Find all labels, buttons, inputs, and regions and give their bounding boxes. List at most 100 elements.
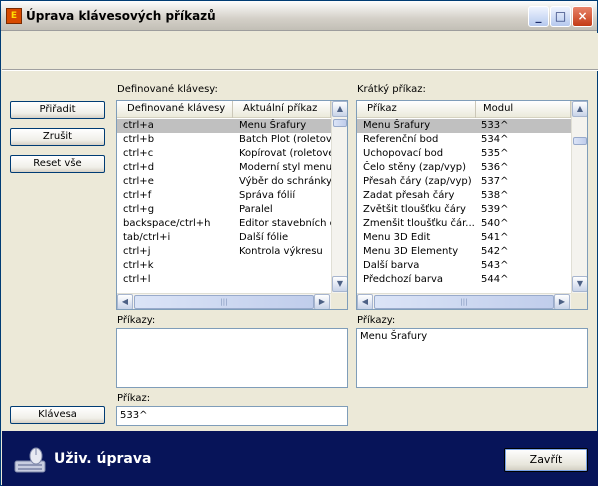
mouse-keyboard-icon [14,447,46,473]
close-window-button[interactable]: × [572,6,593,27]
command-cell: Menu 3D Edit [363,232,431,243]
short-command-label: Krátký příkaz: [357,84,426,95]
table-row[interactable]: ctrl+f Správa fólií [117,189,331,203]
defined-keys-rows: ctrl+a Menu Šrafury ctrl+b Batch Plot (role… [117,119,331,287]
table-row[interactable]: Menu 3D Edit 541^ [357,231,571,245]
module-cell: 536^ [481,162,509,173]
command-cell: Paralel [239,204,273,215]
key-cell: ctrl+e [123,176,154,187]
module-cell: 540^ [481,218,509,229]
table-row[interactable]: Uchopovací bod 535^ [357,147,571,161]
left-commands-label: Příkazy: [117,315,156,326]
defined-keys-label: Definované klávesy: [117,84,218,95]
command-cell: Menu Šrafury [363,120,431,131]
command-input[interactable]: 533^ [116,406,348,426]
defined-keys-header: Definované klávesy Aktuální příkaz [117,101,331,118]
command-label: Příkaz: [117,393,151,404]
scroll-right-button[interactable]: ▶ [554,294,570,309]
short-command-rows: Menu Šrafury 533^ Referenční bod 534^ Uchopo… [357,119,571,287]
toolbar-area [2,33,598,71]
column-header-keys[interactable]: Definované klávesy [117,101,233,118]
scroll-thumb[interactable]: ||| [374,295,554,309]
maximize-button[interactable]: □ [550,6,571,27]
table-row[interactable]: Zvětšit tloušťku čáry 539^ [357,203,571,217]
scroll-corner [331,293,347,309]
command-cell: Zadat přesah čáry [363,190,455,201]
column-header-module[interactable]: Modul [476,101,571,118]
app-icon: E [6,8,22,24]
command-cell: Přesah čáry (zap/vyp) [363,176,472,187]
module-cell: 534^ [481,134,509,145]
footer-title: Uživ. úprava [54,451,152,467]
key-cell: ctrl+l [123,274,151,285]
command-cell: Další fólie [239,232,289,243]
table-row[interactable]: ctrl+c Kopírovat (roletové [117,147,331,161]
right-commands-textarea[interactable]: Menu Šrafury [356,328,588,388]
module-cell: 537^ [481,176,509,187]
key-cell: ctrl+j [123,246,151,257]
scroll-left-button[interactable]: ◀ [117,294,133,309]
table-row[interactable]: backspace/ctrl+h Editor stavebních e [117,217,331,231]
scroll-left-button[interactable]: ◀ [357,294,373,309]
column-header-command[interactable]: Příkaz [357,101,476,118]
minimize-button[interactable]: _ [528,6,549,27]
table-row[interactable]: ctrl+e Výběr do schránky [117,175,331,189]
module-cell: 538^ [481,190,509,201]
command-cell: Kopírovat (roletové [239,148,331,159]
table-row[interactable]: Menu 3D Elementy 542^ [357,245,571,259]
table-row[interactable]: Čelo stěny (zap/vyp) 536^ [357,161,571,175]
table-row[interactable]: ctrl+k [117,259,331,273]
table-row[interactable]: Předchozí barva 544^ [357,273,571,287]
title-bar[interactable]: E Úprava klávesových příkazů _ □ × [1,1,597,31]
table-row[interactable]: ctrl+b Batch Plot (roletové [117,133,331,147]
table-row[interactable]: ctrl+l [117,273,331,287]
reset-all-button[interactable]: Reset vše [10,155,105,173]
scroll-down-button[interactable]: ▼ [572,276,587,292]
scroll-down-button[interactable]: ▼ [332,276,347,292]
defined-keys-hscrollbar[interactable]: ◀ ||| ▶ [117,293,331,309]
table-row[interactable]: ctrl+d Moderní styl menu [117,161,331,175]
command-cell: Moderní styl menu [239,162,331,173]
module-cell: 541^ [481,232,509,243]
key-cell: ctrl+d [123,162,155,173]
command-cell: Menu 3D Elementy [363,246,459,257]
scroll-corner [571,293,587,309]
command-cell: Referenční bod [363,134,439,145]
table-row[interactable]: Další barva 543^ [357,259,571,273]
key-cell: ctrl+g [123,204,155,215]
short-command-list[interactable]: Příkaz Modul Menu Šrafury 533^ Referenční … [356,100,588,310]
table-row[interactable]: Přesah čáry (zap/vyp) 537^ [357,175,571,189]
key-button[interactable]: Klávesa [10,406,105,424]
scroll-right-button[interactable]: ▶ [314,294,330,309]
defined-keys-list[interactable]: Definované klávesy Aktuální příkaz ctrl+… [116,100,348,310]
table-row[interactable]: ctrl+j Kontrola výkresu [117,245,331,259]
table-row[interactable]: Zadat přesah čáry 538^ [357,189,571,203]
scroll-thumb[interactable]: ||| [134,295,314,309]
table-row[interactable]: Menu Šrafury 533^ [357,119,571,133]
scroll-thumb[interactable] [573,137,587,145]
module-cell: 544^ [481,274,509,285]
cancel-button[interactable]: Zrušit [10,128,105,146]
table-row[interactable]: Zmenšit tloušťku čár... 540^ [357,217,571,231]
module-cell: 539^ [481,204,509,215]
scroll-thumb[interactable] [333,119,347,127]
module-cell: 542^ [481,246,509,257]
close-button[interactable]: Zavřít [504,448,588,472]
table-row[interactable]: ctrl+a Menu Šrafury [117,119,331,133]
column-header-command[interactable]: Aktuální příkaz [233,101,331,118]
command-cell: Správa fólií [239,190,296,201]
key-cell: ctrl+a [123,120,154,131]
short-command-hscrollbar[interactable]: ◀ ||| ▶ [357,293,571,309]
table-row[interactable]: Referenční bod 534^ [357,133,571,147]
defined-keys-vscrollbar[interactable]: ▲ ▼ [331,101,347,293]
command-cell: Editor stavebních e [239,218,331,229]
scroll-up-button[interactable]: ▲ [572,101,587,117]
right-commands-label: Příkazy: [357,315,396,326]
short-command-vscrollbar[interactable]: ▲ ▼ [571,101,587,293]
table-row[interactable]: tab/ctrl+i Další fólie [117,231,331,245]
table-row[interactable]: ctrl+g Paralel [117,203,331,217]
scroll-up-button[interactable]: ▲ [332,101,347,117]
assign-button[interactable]: Přiřadit [10,101,105,119]
left-commands-textarea[interactable] [116,328,348,388]
dialog-window: E Úprava klávesových příkazů _ □ × Přiřa… [0,0,598,486]
